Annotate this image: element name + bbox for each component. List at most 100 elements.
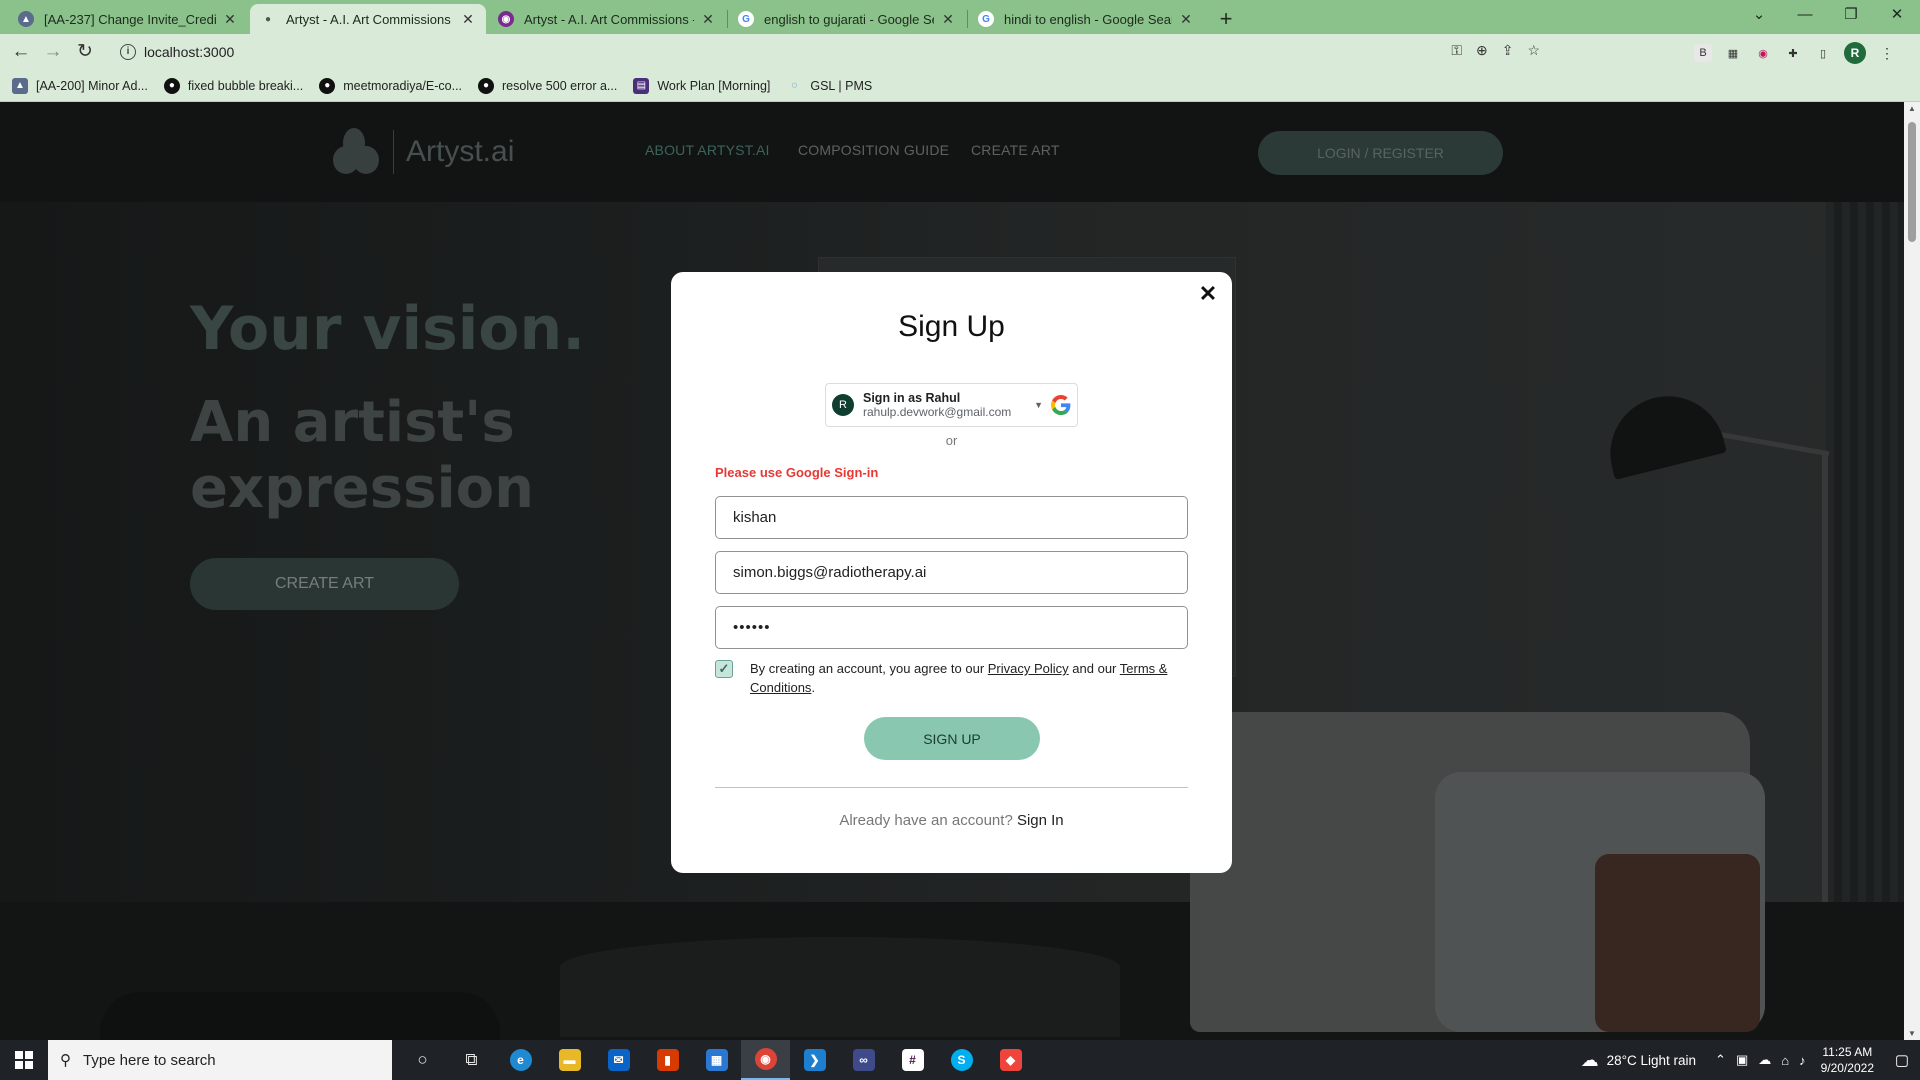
sidebar-icon[interactable]: ▯ [1814, 44, 1832, 62]
close-icon[interactable]: ✕ [940, 11, 956, 28]
close-icon[interactable]: ✕ [1196, 282, 1220, 306]
bookmarks-bar: ▲ [AA-200] Minor Ad... ● fixed bubble br… [0, 70, 1920, 102]
scrollbar-thumb[interactable] [1908, 122, 1916, 242]
jira-icon: ▲ [12, 77, 28, 94]
device-icon[interactable]: ▣ [1736, 1052, 1748, 1068]
anydesk-icon[interactable]: ◆ [986, 1040, 1035, 1080]
browser-tab-active[interactable]: ● Artyst - A.I. Art Commissions ✕ [250, 4, 486, 34]
volume-icon[interactable]: ♪ [1799, 1053, 1806, 1068]
extension-b-icon[interactable]: B [1694, 44, 1712, 62]
close-window-button[interactable]: ✕ [1874, 0, 1920, 34]
search-icon: ⚲ [60, 1052, 71, 1069]
skype-icon[interactable]: S [937, 1040, 986, 1080]
page-scrollbar[interactable]: ▲ ▼ [1904, 102, 1920, 1040]
browser-tab[interactable]: G hindi to english - Google Search ✕ [968, 4, 1204, 34]
forward-button[interactable]: → [41, 40, 65, 64]
tab-title: english to gujarati - Google Sear [764, 11, 934, 27]
browser-tab[interactable]: ▲ [AA-237] Change Invite_Credits t ✕ [8, 4, 248, 34]
puzzle-icon[interactable]: ✚ [1784, 44, 1802, 62]
mail-icon[interactable]: ✉ [594, 1040, 643, 1080]
back-button[interactable]: ← [9, 40, 33, 64]
close-icon[interactable]: ✕ [1178, 11, 1194, 28]
menu-kebab-icon[interactable]: ⋮ [1878, 44, 1896, 62]
weather-text: 28°C Light rain [1606, 1052, 1697, 1068]
bookmark-label: Work Plan [Morning] [657, 78, 771, 93]
start-button[interactable] [0, 1040, 48, 1080]
privacy-policy-link[interactable]: Privacy Policy [988, 661, 1069, 676]
bookmark-star-icon[interactable]: ☆ [1527, 42, 1540, 59]
task-view-icon[interactable]: ⧉ [447, 1040, 496, 1080]
extension-color-icon[interactable]: ◉ [1754, 44, 1772, 62]
bookmark-item[interactable]: ◌ GSL | PMS [786, 78, 872, 94]
slack-icon[interactable]: # [888, 1040, 937, 1080]
name-field[interactable]: kishan [715, 496, 1188, 539]
browser-tab[interactable]: G english to gujarati - Google Sear ✕ [728, 4, 966, 34]
bookmark-label: resolve 500 error a... [502, 78, 618, 93]
onedrive-icon[interactable]: ☁ [1758, 1052, 1771, 1068]
share-icon[interactable]: ⇪ [1502, 42, 1514, 59]
email-field[interactable]: simon.biggs@radiotherapy.ai [715, 551, 1188, 594]
google-account-avatar: R [832, 394, 854, 416]
taskbar-search[interactable]: ⚲ Type here to search [48, 1040, 392, 1080]
bookmark-item[interactable]: ▤ Work Plan [Morning] [633, 77, 771, 94]
jira-favicon-icon: ▲ [18, 11, 34, 27]
github-icon: ● [319, 77, 336, 94]
google-logo-icon [1051, 395, 1071, 415]
close-icon[interactable]: ✕ [222, 11, 238, 28]
notebook-icon: ▤ [633, 77, 650, 94]
bookmark-label: meetmoradiya/E-co... [343, 78, 463, 93]
bookmark-item[interactable]: ● meetmoradiya/E-co... [319, 77, 463, 94]
close-icon[interactable]: ✕ [460, 11, 476, 28]
address-bar-row: ← → ↻ i localhost:3000 ⚿ ⊕ ⇪ ☆ B ▦ ◉ ✚ ▯… [0, 34, 1920, 70]
artyst-favicon-icon: ◉ [498, 11, 514, 27]
browser-tab-strip: ▲ [AA-237] Change Invite_Credits t ✕ ● A… [0, 0, 1920, 34]
vscode-icon[interactable]: ❯ [790, 1040, 839, 1080]
bookmark-label: [AA-200] Minor Ad... [36, 78, 148, 93]
clock[interactable]: 11:25 AM 9/20/2022 [1821, 1044, 1874, 1076]
tab-title: Artyst - A.I. Art Commissions [286, 11, 451, 27]
scroll-down-icon[interactable]: ▼ [1904, 1029, 1920, 1038]
bookmark-item[interactable]: ▲ [AA-200] Minor Ad... [12, 77, 148, 94]
bookmark-item[interactable]: ● resolve 500 error a... [478, 77, 618, 94]
chevron-down-icon[interactable]: ▼ [1034, 400, 1043, 410]
cortana-icon[interactable]: ○ [398, 1040, 447, 1080]
minimize-button[interactable]: — [1782, 0, 1828, 34]
chrome-icon[interactable]: ◉ [741, 1040, 790, 1080]
scroll-up-icon[interactable]: ▲ [1904, 104, 1920, 113]
edge-icon[interactable]: e [496, 1040, 545, 1080]
new-tab-button[interactable]: + [1214, 6, 1238, 32]
google-sign-in-button[interactable]: R Sign in as Rahul rahulp.devwork@gmail.… [825, 383, 1078, 427]
extensions-area: B ▦ ◉ ✚ ▯ R ⋮ [1694, 42, 1896, 64]
restore-button[interactable]: ❐ [1828, 0, 1874, 34]
password-field[interactable]: •••••• [715, 606, 1188, 649]
store-icon[interactable]: ▦ [692, 1040, 741, 1080]
sign-in-link[interactable]: Sign In [1017, 812, 1064, 829]
site-info-icon[interactable]: i [120, 44, 136, 60]
weather-widget[interactable]: ☁ 28°C Light rain [1581, 1050, 1696, 1071]
visual-studio-icon[interactable]: ∞ [839, 1040, 888, 1080]
tab-search-icon[interactable]: ⌄ [1736, 0, 1782, 34]
file-explorer-icon[interactable]: ▬ [545, 1040, 594, 1080]
already-account-text: Already have an account? [839, 812, 1013, 829]
network-icon[interactable]: ⌂ [1781, 1053, 1789, 1068]
windows-taskbar: ⚲ Type here to search ○ ⧉ e ▬ ✉ ▮ ▦ ◉ ❯ … [0, 1040, 1920, 1080]
url-text[interactable]: localhost:3000 [144, 44, 234, 60]
profile-avatar[interactable]: R [1844, 42, 1866, 64]
reload-button[interactable]: ↻ [73, 40, 97, 64]
omnibox[interactable]: i localhost:3000 [110, 38, 1570, 66]
bookmark-label: GSL | PMS [810, 78, 873, 93]
bookmark-item[interactable]: ● fixed bubble breaki... [163, 77, 303, 94]
browser-tab[interactable]: ◉ Artyst - A.I. Art Commissions - A ✕ [488, 4, 726, 34]
clock-date: 9/20/2022 [1820, 1061, 1874, 1075]
close-icon[interactable]: ✕ [700, 11, 716, 28]
or-separator: or [945, 433, 958, 448]
zoom-icon[interactable]: ⊕ [1476, 42, 1488, 59]
notification-icon[interactable]: ▢ [1884, 1051, 1920, 1069]
extension-grid-icon[interactable]: ▦ [1724, 44, 1742, 62]
error-message: Please use Google Sign-in [715, 465, 879, 480]
key-icon[interactable]: ⚿ [1451, 42, 1462, 59]
signup-button[interactable]: SIGN UP [864, 717, 1040, 760]
terms-checkbox[interactable]: ✓ [715, 660, 733, 678]
chevron-up-icon[interactable]: ⌃ [1715, 1052, 1726, 1068]
office-icon[interactable]: ▮ [643, 1040, 692, 1080]
